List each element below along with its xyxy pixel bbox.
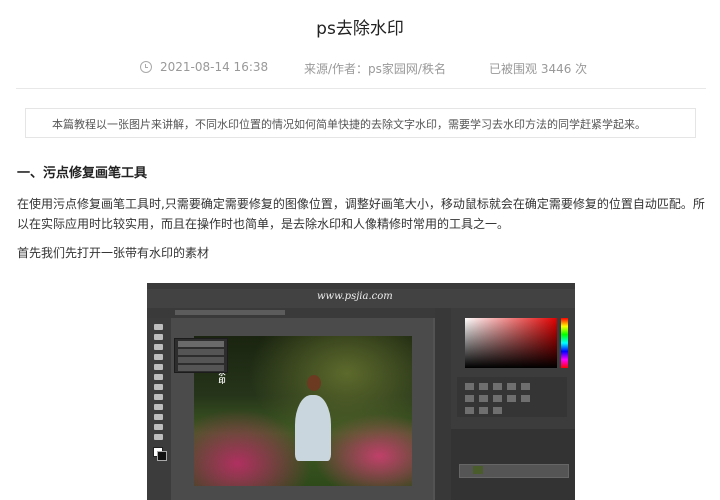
article-title: ps去除水印: [316, 19, 404, 39]
photo-subject-head: [307, 375, 321, 391]
ps-toolbar: [147, 318, 171, 500]
view-count: 已被围观 3446 次: [489, 62, 588, 76]
ps-document-tab: [147, 308, 447, 318]
section-heading: 一、污点修复画笔工具: [17, 166, 148, 181]
healing-tool-flyout: [174, 338, 228, 373]
publish-date-text: 2021-08-14 16:38: [160, 60, 269, 74]
photo-subject-dress: [295, 395, 331, 461]
color-picker-field: [465, 318, 557, 368]
paragraph-open-file: 首先我们先打开一张带有水印的素材: [17, 246, 210, 260]
hue-slider: [561, 318, 568, 368]
publish-date: 2021-08-14 16:38: [140, 60, 268, 74]
clock-icon: [140, 61, 152, 73]
layer-thumbnail: [473, 466, 483, 474]
photoshop-screenshot: www.psjia.com 水印: [147, 283, 575, 500]
site-watermark: www.psjia.com: [317, 291, 393, 302]
ps-panel-strip: [435, 308, 451, 500]
background-color-swatch: [157, 451, 167, 461]
paragraph-intro: 在使用污点修复画笔工具时,只需要确定需要修复的图像位置，调整好画笔大小，移动鼠标…: [17, 197, 705, 231]
source-author: 来源/作者：ps家园网/秩名: [304, 62, 446, 76]
article-summary: 本篇教程以一张图片来讲解，不同水印位置的情况如何简单快捷的去除文字水印，需要学习…: [25, 108, 696, 138]
divider: [16, 88, 706, 89]
article-meta: 2021-08-14 16:38 来源/作者：ps家园网/秩名 已被围观 344…: [0, 60, 720, 78]
adjustments-panel: [457, 377, 567, 417]
